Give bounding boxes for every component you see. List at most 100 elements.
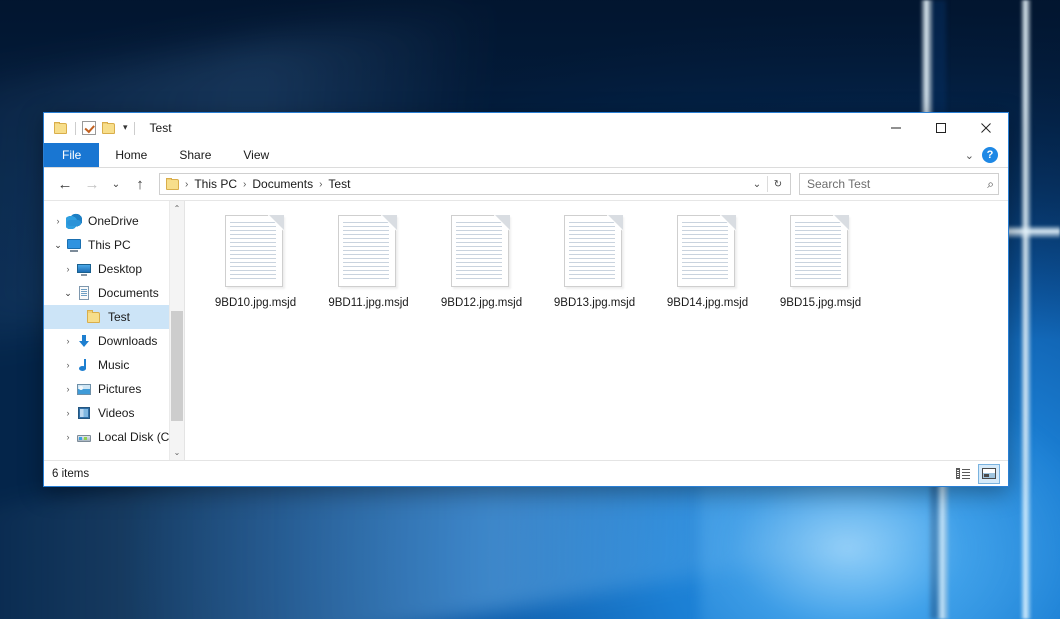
disk-icon	[76, 429, 92, 445]
folder-icon[interactable]	[54, 122, 69, 135]
status-bar: 6 items	[44, 460, 1008, 486]
file-item[interactable]: 9BD14.jpg.msjd	[651, 215, 764, 309]
scrollbar-thumb[interactable]	[171, 311, 183, 421]
expand-chevron-icon[interactable]: ›	[60, 337, 76, 346]
large-icons-view-icon	[982, 468, 996, 479]
document-fold-corner	[608, 215, 623, 230]
qat-separator-2	[134, 122, 135, 135]
file-item[interactable]: 9BD13.jpg.msjd	[538, 215, 651, 309]
file-name-label: 9BD10.jpg.msjd	[215, 297, 296, 309]
sidebar-item-label: OneDrive	[88, 214, 139, 228]
forward-button[interactable]: →	[80, 172, 104, 196]
chevron-down-icon[interactable]: ⌄	[747, 174, 767, 194]
expand-chevron-icon[interactable]: ›	[60, 433, 76, 442]
view-mode-buttons	[952, 464, 1000, 484]
expand-chevron-icon[interactable]: ›	[60, 265, 76, 274]
document-lines	[795, 222, 841, 280]
breadcrumb-separator-0: ›	[183, 179, 190, 190]
tab-home[interactable]: Home	[99, 143, 163, 167]
expand-chevron-icon[interactable]: ›	[60, 385, 76, 394]
close-button[interactable]	[963, 113, 1008, 143]
up-button[interactable]: ↑	[128, 172, 152, 196]
sidebar-item-pictures[interactable]: › Pictures	[44, 377, 184, 401]
search-box[interactable]: Search Test ⌕	[799, 173, 999, 195]
recent-locations-button[interactable]: ⌄	[107, 172, 125, 196]
this-pc-icon	[66, 237, 82, 253]
title-bar: ▾ Test	[44, 113, 1008, 143]
file-name-label: 9BD12.jpg.msjd	[441, 297, 522, 309]
expand-chevron-icon[interactable]: ›	[60, 409, 76, 418]
sidebar-item-local-disk-c[interactable]: › Local Disk (C:)	[44, 425, 184, 449]
breadcrumb-separator-1: ›	[241, 179, 248, 190]
file-item[interactable]: 9BD12.jpg.msjd	[425, 215, 538, 309]
document-lines	[230, 222, 276, 280]
expand-chevron-icon[interactable]: ›	[60, 361, 76, 370]
file-item[interactable]: 9BD10.jpg.msjd	[199, 215, 312, 309]
minimize-button[interactable]	[873, 113, 918, 143]
document-lines	[456, 222, 502, 280]
scroll-up-arrow-icon[interactable]: ⌃	[170, 201, 184, 216]
chevron-down-icon[interactable]: ▾	[123, 123, 128, 132]
sidebar-item-videos[interactable]: › Videos	[44, 401, 184, 425]
maximize-button[interactable]	[918, 113, 963, 143]
sidebar-item-documents[interactable]: ⌄ Documents	[44, 281, 184, 305]
help-icon[interactable]: ?	[982, 147, 998, 163]
expand-chevron-icon[interactable]: ⌄	[50, 241, 66, 250]
desktop-icon	[76, 261, 92, 277]
chevron-down-icon[interactable]: ⌄	[965, 149, 974, 162]
breadcrumb-separator-2: ›	[317, 179, 324, 190]
details-view-button[interactable]	[952, 464, 974, 484]
folder-icon	[86, 309, 102, 325]
expand-chevron-icon[interactable]: ⌄	[60, 289, 76, 298]
tab-file[interactable]: File	[44, 143, 99, 167]
sidebar-item-label: Test	[108, 310, 130, 324]
folder-tree: › OneDrive ⌄ This PC › Desktop	[44, 201, 184, 449]
document-lines	[682, 222, 728, 280]
breadcrumb-folder-icon	[166, 178, 181, 191]
qat-separator-1	[75, 122, 76, 135]
sidebar-item-downloads[interactable]: › Downloads	[44, 329, 184, 353]
file-item[interactable]: 9BD15.jpg.msjd	[764, 215, 877, 309]
large-icons-view-button[interactable]	[978, 464, 1000, 484]
window-title: Test	[150, 121, 172, 135]
sidebar-item-label: Music	[98, 358, 129, 372]
search-input[interactable]: Search Test	[807, 177, 987, 191]
generic-document-icon	[451, 215, 513, 291]
generic-document-icon	[225, 215, 287, 291]
file-name-label: 9BD15.jpg.msjd	[780, 297, 861, 309]
document-fold-corner	[269, 215, 284, 230]
file-list-view[interactable]: 9BD10.jpg.msjd 9BD11.jpg.msjd	[185, 201, 1008, 460]
breadcrumb-item-test[interactable]: Test	[324, 177, 354, 191]
desktop-background: ▾ Test File Home Share View	[0, 0, 1060, 619]
tab-share[interactable]: Share	[163, 143, 227, 167]
sidebar-item-onedrive[interactable]: › OneDrive	[44, 209, 184, 233]
file-grid: 9BD10.jpg.msjd 9BD11.jpg.msjd	[185, 201, 1008, 309]
sidebar-item-label: Documents	[98, 286, 159, 300]
file-item[interactable]: 9BD11.jpg.msjd	[312, 215, 425, 309]
properties-checkbox-icon[interactable]	[82, 121, 96, 135]
tab-view[interactable]: View	[227, 143, 285, 167]
scroll-down-arrow-icon[interactable]: ⌄	[170, 445, 184, 460]
navigation-pane-scrollbar[interactable]: ⌃ ⌄	[169, 201, 184, 460]
expand-chevron-icon[interactable]: ›	[50, 217, 66, 226]
document-lines	[343, 222, 389, 280]
sidebar-item-this-pc[interactable]: ⌄ This PC	[44, 233, 184, 257]
ribbon-tabs: File Home Share View ⌄ ?	[44, 143, 1008, 168]
generic-document-icon	[677, 215, 739, 291]
sidebar-item-desktop[interactable]: › Desktop	[44, 257, 184, 281]
breadcrumb-item-documents[interactable]: Documents	[248, 177, 317, 191]
back-button[interactable]: ←	[53, 172, 77, 196]
videos-icon	[76, 405, 92, 421]
new-folder-icon[interactable]	[102, 122, 117, 135]
document-fold-corner	[721, 215, 736, 230]
pictures-icon	[76, 381, 92, 397]
scrollbar-track[interactable]	[170, 216, 184, 445]
sidebar-item-label: Local Disk (C:)	[98, 430, 177, 444]
breadcrumb[interactable]: › This PC › Documents › Test ⌄ ↻	[159, 173, 791, 195]
sidebar-item-test[interactable]: Test	[44, 305, 184, 329]
refresh-icon[interactable]: ↻	[768, 174, 788, 194]
breadcrumb-item-this-pc[interactable]: This PC	[190, 177, 241, 191]
generic-document-icon	[564, 215, 626, 291]
sidebar-item-music[interactable]: › Music	[44, 353, 184, 377]
breadcrumb-right-controls: ⌄ ↻	[747, 174, 788, 194]
